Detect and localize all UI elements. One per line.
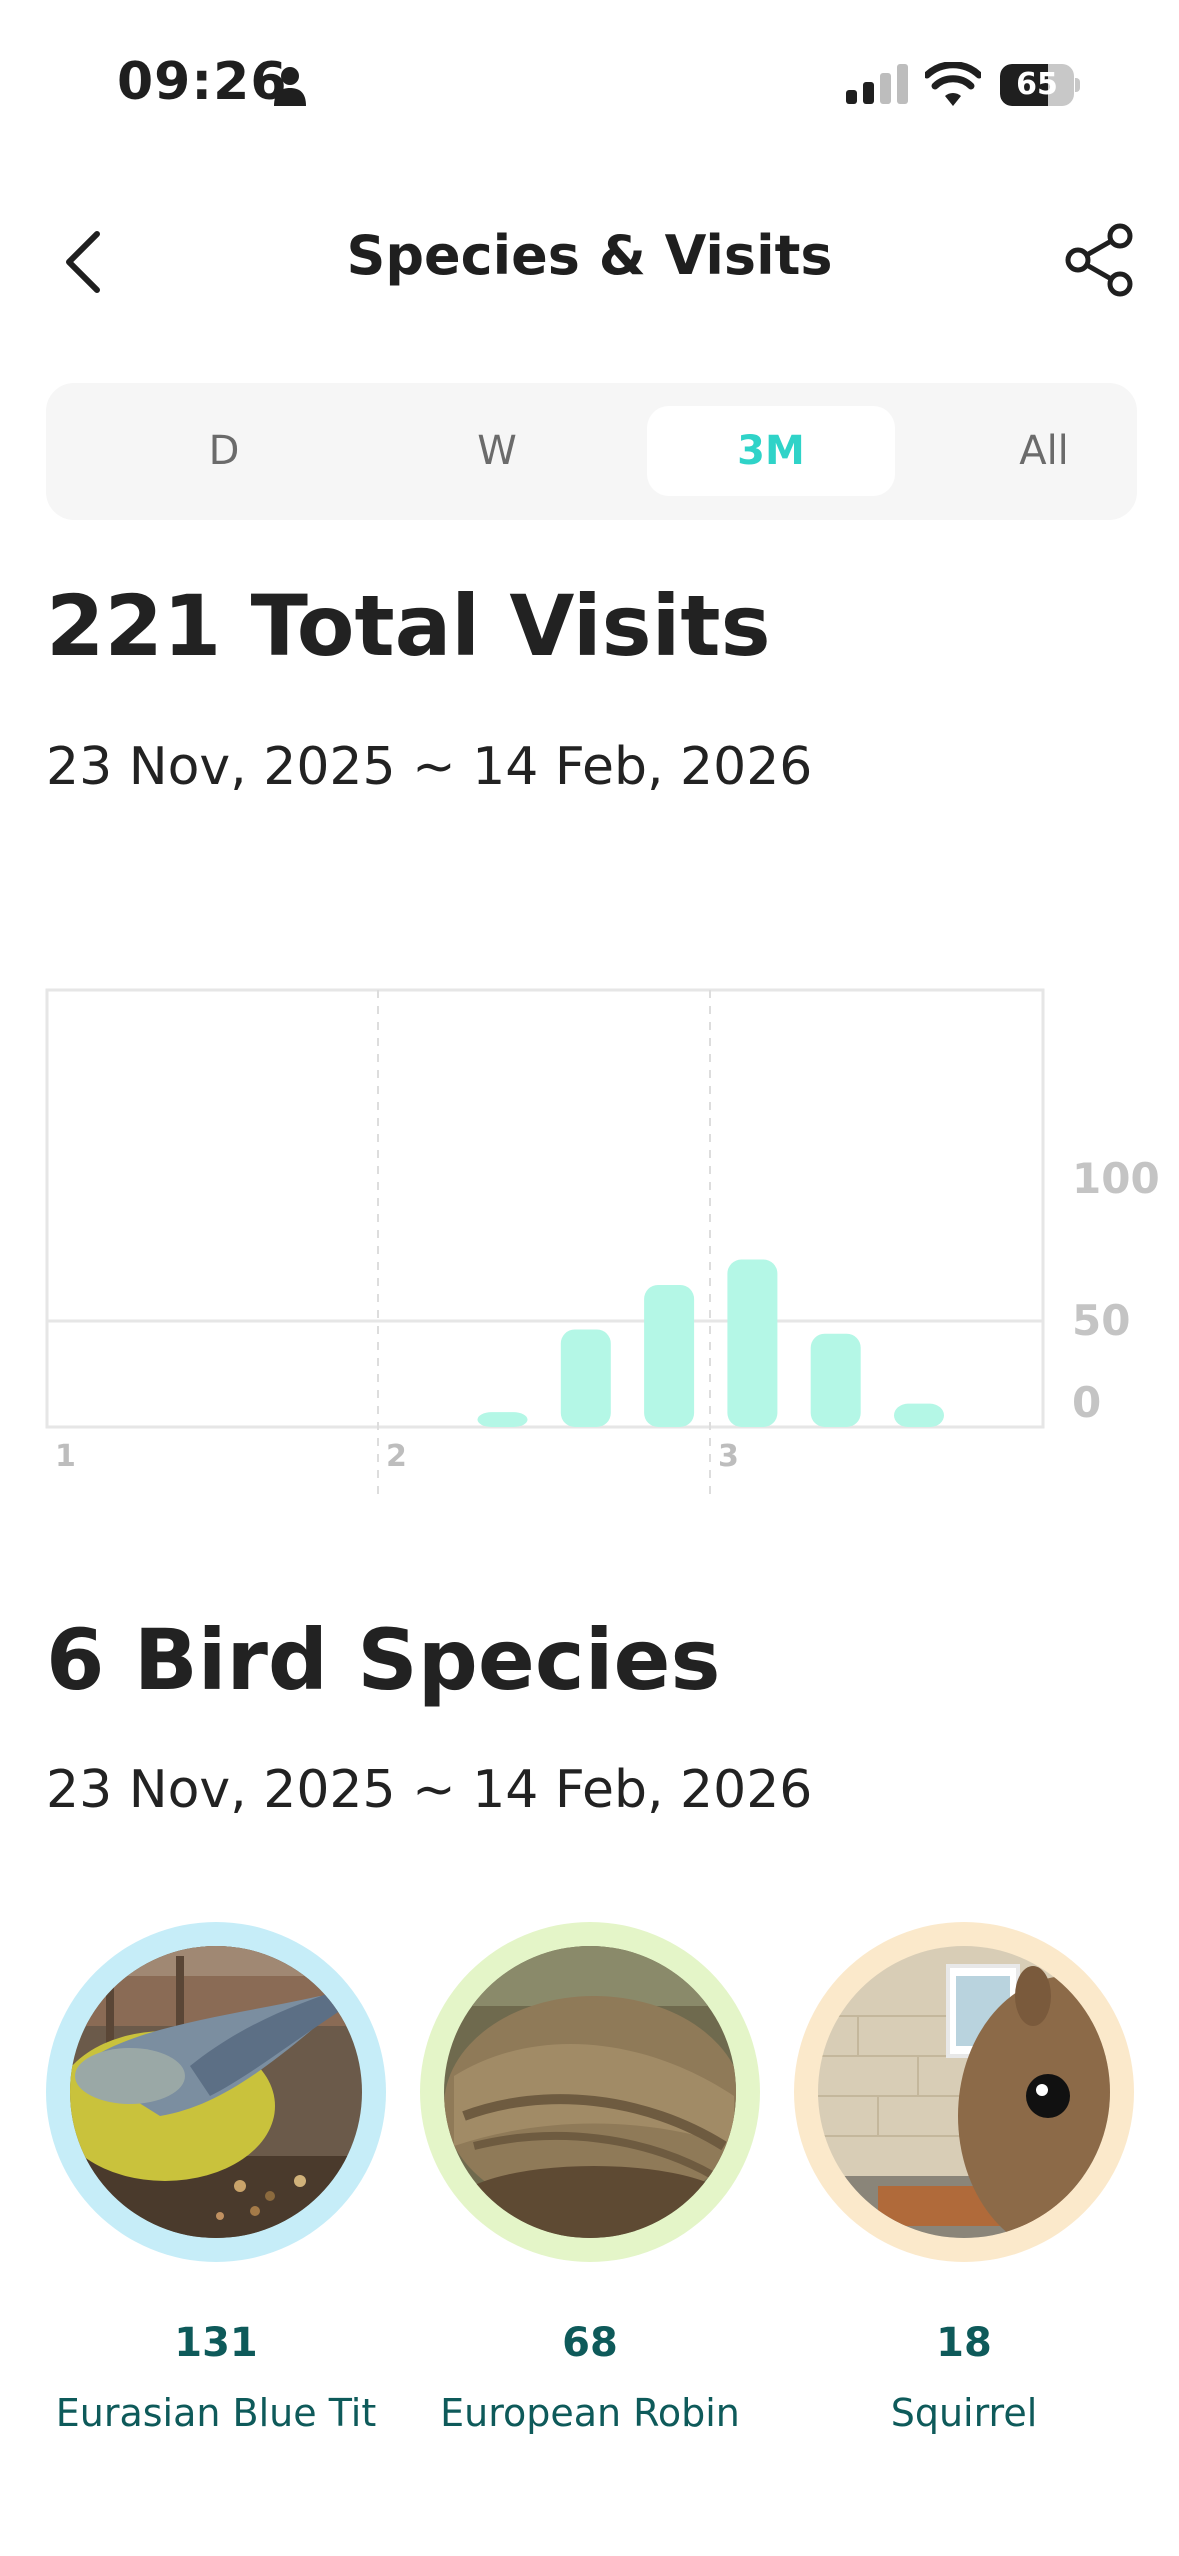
species-name: Squirrel [890,2391,1038,2435]
chart-x-tick-label: 1 [55,1439,76,1474]
status-time: 09:26 [117,52,288,112]
species-name: Eurasian Blue Tit [55,2391,377,2435]
species-ring [794,1922,1134,2262]
cellular-signal-icon [846,64,908,104]
battery-level: 65 [1016,67,1058,102]
chart-bar [894,1403,944,1427]
squirrel-photo [818,1946,1110,2238]
chart-bar [727,1259,778,1427]
battery-icon: 65 [1000,64,1080,106]
person-icon [274,67,306,106]
chart-bar [477,1412,528,1427]
page-title: Species & Visits [346,224,833,287]
chart-y-tick-label: 100 [1072,1154,1160,1203]
wifi-icon [925,62,981,106]
species-name: European Robin [440,2391,740,2435]
tab-3-months[interactable]: 3M [647,406,895,496]
visits-date-range: 23 Nov, 2025 ~ 14 Feb, 2026 [46,737,813,797]
chart-bar [560,1329,611,1427]
chart-y-tick-label: 50 [1072,1296,1130,1345]
species-ring [420,1922,760,2262]
european-robin-photo [444,1946,736,2238]
species-ring [46,1922,386,2262]
total-visits-heading: 221 Total Visits [46,577,771,675]
species-visit-count: 18 [936,2320,992,2366]
chart-x-tick-label: 3 [718,1439,739,1474]
time-range-tabs: D W 3M All [46,383,1137,520]
share-button[interactable] [1062,222,1138,298]
chart-bar [810,1333,861,1427]
species-card-european-robin[interactable]: 68 European Robin [416,1922,764,2438]
species-card-squirrel[interactable]: 18 Squirrel [790,1922,1138,2438]
visits-bar-chart: 100 50 0 1 2 3 [45,988,1160,1495]
tab-all[interactable]: All [920,406,1168,496]
blue-tit-photo [70,1946,362,2238]
tab-day[interactable]: D [100,406,348,496]
status-bar: 09:26 65 [0,0,1179,170]
species-count-heading: 6 Bird Species [46,1611,721,1709]
species-card-blue-tit[interactable]: 131 Eurasian Blue Tit [42,1922,390,2438]
chart-frame [45,988,1045,1429]
species-visit-count: 68 [562,2320,618,2366]
species-visit-count: 131 [174,2320,258,2366]
chart-bar [644,1284,695,1427]
species-date-range: 23 Nov, 2025 ~ 14 Feb, 2026 [46,1760,813,1820]
chart-x-tick-label: 2 [386,1439,407,1474]
chart-y-tick-label: 0 [1072,1378,1101,1427]
tab-week[interactable]: W [373,406,621,496]
